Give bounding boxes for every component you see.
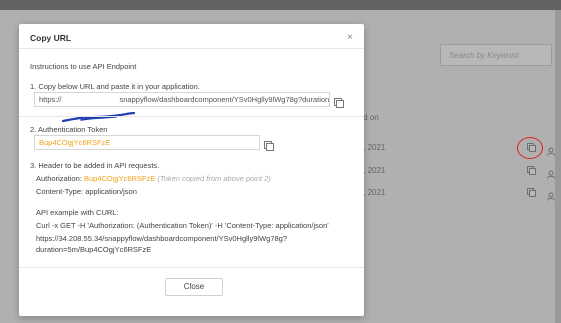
instructions-text: Instructions to use API Endpoint (30, 62, 137, 71)
authorization-label: Authorization: (36, 174, 82, 183)
close-button[interactable]: Close (165, 278, 223, 296)
close-icon[interactable]: × (347, 32, 353, 43)
step2-label: 2. Authentication Token (30, 125, 108, 134)
curl-line-1: Curl -x GET -H 'Authorization: (Authenti… (36, 221, 329, 230)
authorization-token: Bup4COgjYc6RSFzE (83, 174, 156, 183)
step1-label: 1. Copy below URL and paste it in your a… (30, 82, 200, 91)
footer-divider (19, 267, 364, 268)
redaction-scribble (61, 112, 136, 123)
curl-title: API example with CURL: (36, 208, 119, 217)
authorization-line: Authorization: Bup4COgjYc6RSFzE (Token c… (36, 174, 271, 183)
url-field[interactable]: https:// snappyflow/dashboardcomponent/YS… (34, 92, 330, 107)
curl-line-3: duration=5m/Bup4COgjYc6RSFzE (36, 245, 152, 254)
url-prefix: https:// (39, 95, 62, 104)
header-divider (19, 48, 364, 49)
curl-line-2: https://34.208.55.34/snappyflow/dashboar… (36, 234, 287, 243)
annotation-circle (517, 137, 543, 159)
url-suffix: snappyflow/dashboardcomponent/YSv0Hglly9… (119, 95, 330, 104)
copy-icon[interactable] (334, 95, 344, 108)
section-divider (19, 116, 364, 117)
authorization-hint: (Token copied from above point 2) (157, 174, 271, 183)
copy-icon[interactable] (264, 138, 274, 151)
token-field[interactable]: Bup4COgjYc6RSFzE (34, 135, 260, 150)
modal-title: Copy URL (30, 33, 72, 43)
copy-url-modal: Copy URL × Instructions to use API Endpo… (19, 24, 364, 316)
content-type-line: Content-Type: application/json (36, 187, 137, 196)
step3-label: 3. Header to be added in API requests. (30, 161, 160, 170)
